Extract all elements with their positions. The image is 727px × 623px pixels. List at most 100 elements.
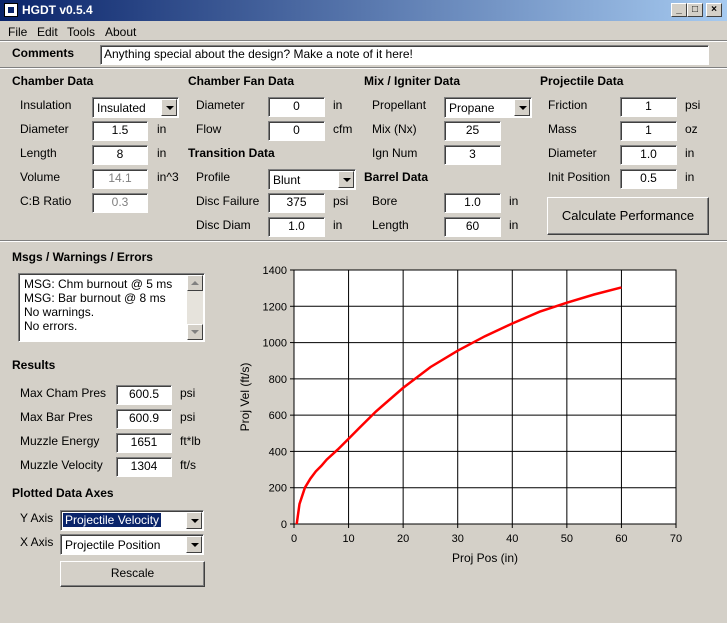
results-title: Results <box>12 358 56 372</box>
y-axis-title: Proj Vel (ft/s) <box>238 363 252 432</box>
fan-data-title: Chamber Fan Data <box>188 74 295 88</box>
menu-bar: File Edit Tools About <box>0 21 727 41</box>
plotted-axes-title: Plotted Data Axes <box>12 486 114 500</box>
projectile-diameter-unit: in <box>685 146 695 160</box>
rescale-button[interactable]: Rescale <box>60 561 205 587</box>
max-bar-pres-unit: psi <box>180 410 196 424</box>
minimize-button[interactable]: _ <box>671 3 687 17</box>
chevron-down-icon[interactable] <box>161 99 177 116</box>
maximize-button[interactable]: □ <box>687 3 703 17</box>
init-position-input[interactable]: 0.5 <box>620 169 677 189</box>
fan-diameter-input[interactable]: 0 <box>268 97 325 117</box>
message-line: MSG: Chm burnout @ 5 ms <box>24 277 173 291</box>
ign-num-label: Ign Num <box>372 146 418 160</box>
muzzle-velocity-unit: ft/s <box>180 458 197 472</box>
y-axis-select[interactable]: Projectile Velocity <box>60 510 204 531</box>
ign-num-input[interactable]: 3 <box>444 145 501 165</box>
chamber-diameter-label: Diameter <box>20 122 69 136</box>
comments-label: Comments <box>12 46 75 60</box>
profile-select[interactable]: Blunt <box>268 169 356 190</box>
fan-flow-unit: cfm <box>333 122 353 136</box>
projectile-diameter-input[interactable]: 1.0 <box>620 145 677 165</box>
bore-label: Bore <box>372 194 398 208</box>
profile-label: Profile <box>196 170 231 184</box>
propellant-select[interactable]: Propane <box>444 97 532 118</box>
scroll-down-icon[interactable] <box>187 324 203 340</box>
disc-diam-label: Disc Diam <box>196 218 251 232</box>
mix-label: Mix (Nx) <box>372 122 417 136</box>
max-bar-pres-value: 600.9 <box>116 409 172 429</box>
message-line: MSG: Bar burnout @ 8 ms <box>24 291 166 305</box>
muzzle-energy-unit: ft*lb <box>180 434 201 448</box>
fan-diameter-unit: in <box>333 98 343 112</box>
chevron-down-icon[interactable] <box>186 512 202 529</box>
mix-input[interactable]: 25 <box>444 121 501 141</box>
menu-tools[interactable]: Tools <box>67 25 95 39</box>
window-title: HGDT v0.5.4 <box>22 3 93 17</box>
bore-input[interactable]: 1.0 <box>444 193 501 213</box>
x-axis-title: Proj Pos (in) <box>452 551 518 565</box>
y-axis-label: Y Axis <box>20 511 54 525</box>
cb-ratio-field: 0.3 <box>92 193 148 213</box>
y-tick-label: 1000 <box>263 338 287 350</box>
cb-ratio-label: C:B Ratio <box>20 194 72 208</box>
app-icon <box>4 3 18 17</box>
max-bar-pres-label: Max Bar Pres <box>20 410 93 424</box>
scroll-up-icon[interactable] <box>187 275 203 291</box>
fan-flow-label: Flow <box>196 122 222 136</box>
muzzle-velocity-label: Muzzle Velocity <box>20 458 103 472</box>
mix-data-title: Mix / Igniter Data <box>364 74 461 88</box>
transition-data-title: Transition Data <box>188 146 275 160</box>
close-button[interactable]: × <box>706 3 722 17</box>
x-tick-label: 20 <box>397 533 409 545</box>
chamber-data-title: Chamber Data <box>12 74 94 88</box>
volume-label: Volume <box>20 170 61 184</box>
x-tick-label: 10 <box>342 533 354 545</box>
propellant-label: Propellant <box>372 98 427 112</box>
fan-diameter-label: Diameter <box>196 98 245 112</box>
chevron-down-icon[interactable] <box>514 99 530 116</box>
projectile-diameter-label: Diameter <box>548 146 597 160</box>
menu-file[interactable]: File <box>8 25 27 39</box>
mass-input[interactable]: 1 <box>620 121 677 141</box>
volume-field: 14.1 <box>92 169 148 189</box>
divider <box>0 67 727 69</box>
calculate-performance-button[interactable]: Calculate Performance <box>547 197 709 235</box>
friction-input[interactable]: 1 <box>620 97 677 117</box>
menu-about[interactable]: About <box>105 25 136 39</box>
friction-unit: psi <box>685 98 701 112</box>
disc-diam-input[interactable]: 1.0 <box>268 217 325 237</box>
mass-unit: oz <box>685 122 698 136</box>
insulation-label: Insulation <box>20 98 72 112</box>
divider <box>0 40 727 42</box>
x-tick-label: 60 <box>615 533 627 545</box>
init-position-label: Init Position <box>548 170 611 184</box>
max-cham-pres-label: Max Cham Pres <box>20 386 107 400</box>
comments-input[interactable]: Anything special about the design? Make … <box>100 45 709 65</box>
chevron-down-icon[interactable] <box>338 171 354 188</box>
fan-flow-input[interactable]: 0 <box>268 121 325 141</box>
y-axis-value: Projectile Velocity <box>63 513 162 527</box>
disc-failure-input[interactable]: 375 <box>268 193 325 213</box>
x-axis-select[interactable]: Projectile Position <box>60 534 204 555</box>
y-tick-label: 200 <box>269 483 287 495</box>
friction-label: Friction <box>548 98 588 112</box>
mass-label: Mass <box>548 122 577 136</box>
chevron-down-icon[interactable] <box>186 536 202 553</box>
menu-edit[interactable]: Edit <box>37 25 58 39</box>
chamber-diameter-unit: in <box>157 122 167 136</box>
barrel-length-input[interactable]: 60 <box>444 217 501 237</box>
chamber-length-unit: in <box>157 146 167 160</box>
velocity-chart: 0 10 20 30 40 50 60 70 0 200 400 600 800 1000 1200 1400… <box>238 265 682 565</box>
barrel-length-label: Length <box>372 218 409 232</box>
message-line: No warnings. <box>24 305 95 319</box>
messages-listbox[interactable]: MSG: Chm burnout @ 5 ms MSG: Bar burnout… <box>18 273 205 342</box>
chamber-diameter-input[interactable]: 1.5 <box>92 121 148 141</box>
messages-scrollbar[interactable] <box>187 275 203 340</box>
muzzle-velocity-value: 1304 <box>116 457 172 477</box>
chamber-length-input[interactable]: 8 <box>92 145 148 165</box>
muzzle-energy-label: Muzzle Energy <box>20 434 100 448</box>
plot-area <box>294 270 676 524</box>
y-tick-label: 1200 <box>263 301 287 313</box>
insulation-select[interactable]: Insulated <box>92 97 179 118</box>
